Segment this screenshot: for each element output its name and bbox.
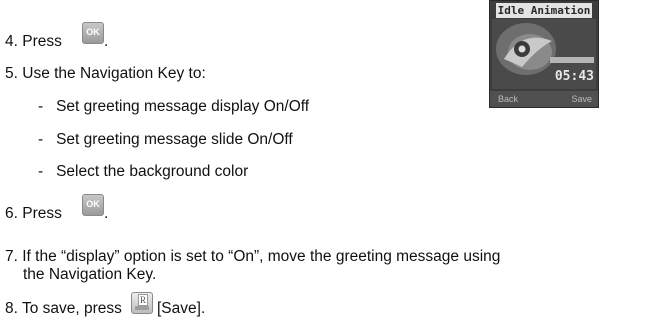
idle-animation-image: 05:43 (492, 19, 596, 89)
step-number: 6. (5, 205, 18, 222)
step-7: 7. If the “display” option is set to “On… (5, 247, 500, 267)
step-text: To save, press (21, 300, 122, 317)
bullet-text: Set greeting message display On/Off (56, 98, 310, 115)
bullet-item: - Set greeting message slide On/Off (38, 130, 293, 150)
step-6: 6. Press (5, 204, 62, 224)
step-number: 8. (5, 300, 18, 317)
step-text: Press (22, 205, 62, 222)
right-softkey-icon: R (131, 292, 153, 314)
ok-key-icon: OK (82, 194, 104, 216)
step-text: If the “display” option is set to “On”, … (22, 248, 501, 265)
phone-clock: 05:43 (555, 69, 594, 84)
step-8-save: [Save]. (157, 300, 206, 317)
phone-softkey-right: Save (571, 94, 592, 104)
ok-key-icon: OK (82, 22, 104, 44)
step-4: 4. Press (5, 32, 62, 52)
step-number: 4. (5, 33, 18, 50)
phone-screen-title: Idle Animation (496, 3, 592, 18)
step-text: Press (22, 33, 62, 50)
step-5: 5. Use the Navigation Key to: (5, 64, 206, 84)
step-4-period: . (104, 33, 109, 50)
step-8: 8. To save, press (5, 299, 122, 319)
softkey-bar (135, 306, 149, 310)
bullet-mark: - (38, 98, 44, 115)
step-6-period: . (104, 205, 109, 222)
phone-softkey-left: Back (498, 94, 519, 104)
bullet-mark: - (38, 131, 44, 148)
step-number: 7. (5, 248, 18, 265)
phone-screen: Idle Animation 05:43 Back Save (489, 0, 599, 108)
bullet-item: - Select the background color (38, 162, 248, 182)
bullet-text: Select the background color (56, 163, 249, 180)
bullet-text: Set greeting message slide On/Off (56, 131, 293, 148)
softkey-letter: R (138, 294, 148, 306)
step-text: Use the Navigation Key to: (22, 65, 206, 82)
step-7-continued: the Navigation Key. (23, 266, 157, 283)
phone-softkey-bar: Back Save (490, 91, 598, 107)
bullet-item: - Set greeting message display On/Off (38, 97, 309, 117)
step-number: 5. (5, 65, 18, 82)
bullet-mark: - (38, 163, 44, 180)
